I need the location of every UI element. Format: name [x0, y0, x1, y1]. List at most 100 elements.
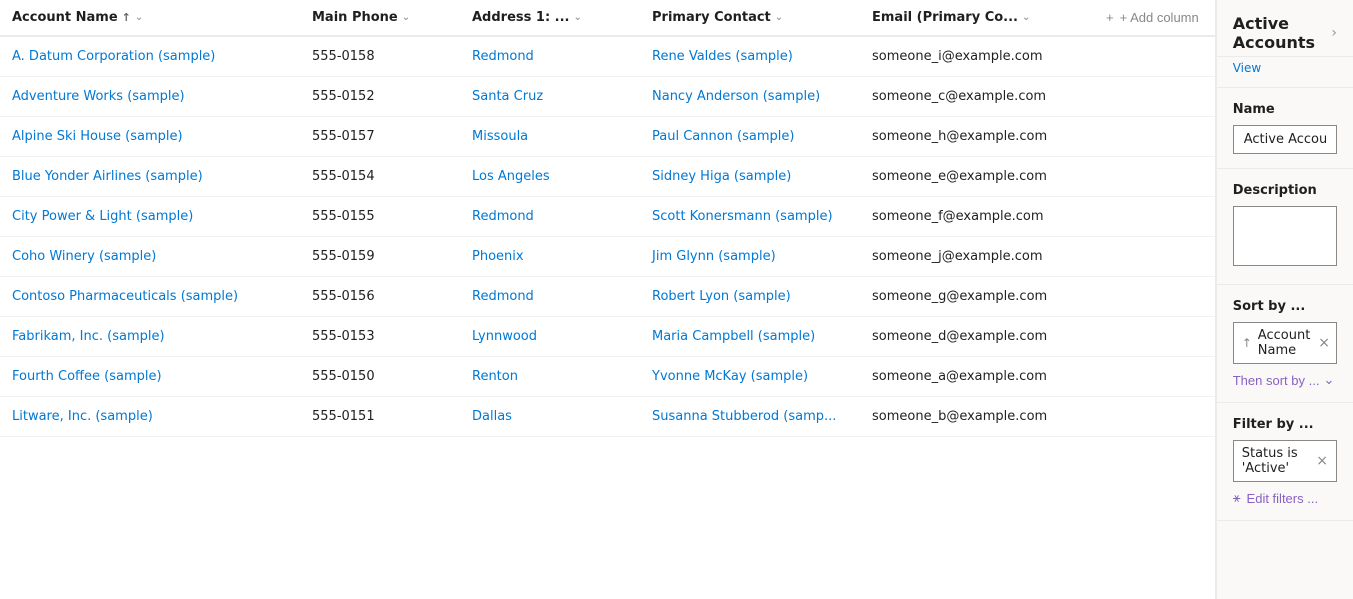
cell-6-2[interactable]: Redmond [460, 277, 640, 316]
col-chevron-icon: ⌄ [1022, 12, 1030, 23]
table-row[interactable]: Fourth Coffee (sample)555-0150RentonYvon… [0, 357, 1215, 397]
cell-3-2[interactable]: Los Angeles [460, 157, 640, 196]
right-panel: Active Accounts › View Name Description … [1216, 0, 1353, 599]
then-sort-label: Then sort by ... [1233, 373, 1320, 388]
table-row[interactable]: Coho Winery (sample)555-0159PhoenixJim G… [0, 237, 1215, 277]
name-input[interactable] [1233, 125, 1337, 154]
table-row[interactable]: Fabrikam, Inc. (sample)555-0153LynnwoodM… [0, 317, 1215, 357]
col-header-3[interactable]: Primary Contact ⌄ [640, 0, 860, 35]
cell-3-0[interactable]: Blue Yonder Airlines (sample) [0, 157, 300, 196]
col-label-2: Address 1: ... [472, 10, 570, 25]
cell-5-2[interactable]: Phoenix [460, 237, 640, 276]
cell-0-0[interactable]: A. Datum Corporation (sample) [0, 37, 300, 76]
table-row[interactable]: Blue Yonder Airlines (sample)555-0154Los… [0, 157, 1215, 197]
right-panel-subtitle[interactable]: View [1217, 57, 1353, 88]
cell-1-4: someone_c@example.com [860, 77, 1090, 116]
cell-2-0[interactable]: Alpine Ski House (sample) [0, 117, 300, 156]
sort-chip-close-button[interactable]: × [1316, 335, 1332, 351]
cell-1-3[interactable]: Nancy Anderson (sample) [640, 77, 860, 116]
cell-9-2[interactable]: Dallas [460, 397, 640, 436]
col-chevron-icon: ⌄ [135, 12, 143, 23]
cell-7-0[interactable]: Fabrikam, Inc. (sample) [0, 317, 300, 356]
right-panel-title: Active Accounts [1233, 14, 1332, 52]
sort-up-icon: ↑ [1242, 336, 1252, 350]
cell-9-1: 555-0151 [300, 397, 460, 436]
table-row[interactable]: Adventure Works (sample)555-0152Santa Cr… [0, 77, 1215, 117]
col-label-1: Main Phone [312, 10, 398, 25]
table-row[interactable]: City Power & Light (sample)555-0155Redmo… [0, 197, 1215, 237]
col-chevron-icon: ⌄ [574, 12, 582, 23]
cell-0-2[interactable]: Redmond [460, 37, 640, 76]
filter-chip-close-button[interactable]: × [1316, 453, 1328, 469]
cell-1-1: 555-0152 [300, 77, 460, 116]
cell-4-2[interactable]: Redmond [460, 197, 640, 236]
col-label-3: Primary Contact [652, 10, 771, 25]
cell-2-2[interactable]: Missoula [460, 117, 640, 156]
sort-section: Sort by ... ↑ Account Name × Then sort b… [1217, 285, 1353, 403]
description-section: Description [1217, 169, 1353, 285]
table-header-row: Account Name↑⌄Main Phone⌄Address 1: ...⌄… [0, 0, 1215, 37]
cell-6-3[interactable]: Robert Lyon (sample) [640, 277, 860, 316]
plus-icon: + [1106, 10, 1114, 25]
cell-0-4: someone_i@example.com [860, 37, 1090, 76]
cell-1-2[interactable]: Santa Cruz [460, 77, 640, 116]
sort-section-label: Sort by ... [1233, 299, 1337, 314]
cell-8-0[interactable]: Fourth Coffee (sample) [0, 357, 300, 396]
cell-6-0[interactable]: Contoso Pharmaceuticals (sample) [0, 277, 300, 316]
cell-1-0[interactable]: Adventure Works (sample) [0, 77, 300, 116]
name-section: Name [1217, 88, 1353, 169]
right-panel-header: Active Accounts › [1217, 0, 1353, 57]
cell-7-1: 555-0153 [300, 317, 460, 356]
table-row[interactable]: Litware, Inc. (sample)555-0151DallasSusa… [0, 397, 1215, 437]
col-chevron-icon: ⌄ [402, 12, 410, 23]
then-sort-button[interactable]: Then sort by ... ⌄ [1233, 372, 1335, 388]
edit-filters-button[interactable]: ⚹ Edit filters ... [1233, 490, 1318, 506]
cell-8-4: someone_a@example.com [860, 357, 1090, 396]
edit-filters-label: Edit filters ... [1247, 491, 1319, 506]
cell-7-4: someone_d@example.com [860, 317, 1090, 356]
cell-4-0[interactable]: City Power & Light (sample) [0, 197, 300, 236]
filter-chip-label: Status is 'Active' [1242, 446, 1311, 476]
table-row[interactable]: Alpine Ski House (sample)555-0157Missoul… [0, 117, 1215, 157]
table-panel: Account Name↑⌄Main Phone⌄Address 1: ...⌄… [0, 0, 1216, 599]
sort-chip-label: Account Name [1258, 328, 1311, 358]
table-columns: Account Name↑⌄Main Phone⌄Address 1: ...⌄… [0, 0, 1090, 35]
cell-4-3[interactable]: Scott Konersmann (sample) [640, 197, 860, 236]
cell-5-0[interactable]: Coho Winery (sample) [0, 237, 300, 276]
cell-3-3[interactable]: Sidney Higa (sample) [640, 157, 860, 196]
then-sort-chevron-icon: ⌄ [1323, 372, 1334, 388]
sort-asc-icon: ↑ [122, 11, 131, 24]
cell-3-4: someone_e@example.com [860, 157, 1090, 196]
filter-section: Filter by ... Status is 'Active' × ⚹ Edi… [1217, 403, 1353, 521]
col-chevron-icon: ⌄ [775, 12, 783, 23]
sort-chip: ↑ Account Name × [1233, 322, 1337, 364]
table-row[interactable]: Contoso Pharmaceuticals (sample)555-0156… [0, 277, 1215, 317]
cell-8-1: 555-0150 [300, 357, 460, 396]
description-label: Description [1233, 183, 1337, 198]
col-label-4: Email (Primary Co... [872, 10, 1018, 25]
col-header-4[interactable]: Email (Primary Co... ⌄ [860, 0, 1090, 35]
cell-5-3[interactable]: Jim Glynn (sample) [640, 237, 860, 276]
cell-7-2[interactable]: Lynnwood [460, 317, 640, 356]
cell-3-1: 555-0154 [300, 157, 460, 196]
cell-8-3[interactable]: Yvonne McKay (sample) [640, 357, 860, 396]
cell-9-4: someone_b@example.com [860, 397, 1090, 436]
name-label: Name [1233, 102, 1337, 117]
description-textarea[interactable] [1233, 206, 1337, 266]
cell-2-3[interactable]: Paul Cannon (sample) [640, 117, 860, 156]
cell-6-1: 555-0156 [300, 277, 460, 316]
cell-7-3[interactable]: Maria Campbell (sample) [640, 317, 860, 356]
cell-8-2[interactable]: Renton [460, 357, 640, 396]
cell-0-3[interactable]: Rene Valdes (sample) [640, 37, 860, 76]
add-column-label: + Add column [1120, 10, 1199, 25]
cell-6-4: someone_g@example.com [860, 277, 1090, 316]
cell-9-0[interactable]: Litware, Inc. (sample) [0, 397, 300, 436]
add-column-button[interactable]: + + Add column [1090, 0, 1215, 35]
right-panel-chevron-icon[interactable]: › [1331, 25, 1337, 41]
cell-9-3[interactable]: Susanna Stubberod (samp... [640, 397, 860, 436]
col-header-1[interactable]: Main Phone ⌄ [300, 0, 460, 35]
table-row[interactable]: A. Datum Corporation (sample)555-0158Red… [0, 37, 1215, 77]
col-header-0[interactable]: Account Name↑⌄ [0, 0, 300, 35]
cell-2-1: 555-0157 [300, 117, 460, 156]
col-header-2[interactable]: Address 1: ... ⌄ [460, 0, 640, 35]
